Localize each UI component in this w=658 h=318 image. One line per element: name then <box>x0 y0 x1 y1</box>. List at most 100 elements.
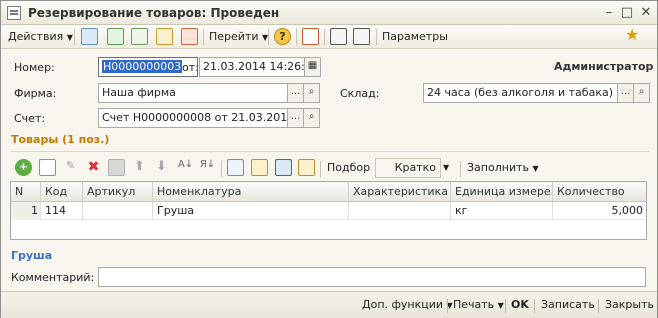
view-mode-field[interactable]: Кратко <box>375 158 441 178</box>
copy-row-icon[interactable] <box>39 159 56 176</box>
goto-menu[interactable]: Перейти ▼ <box>209 28 268 46</box>
dropdown-arrow-icon: ▼ <box>66 33 73 42</box>
table-row[interactable]: 1 114 Груша кг 5,000 <box>11 202 646 220</box>
toolbar-separator <box>320 161 321 177</box>
goto-label: Перейти <box>209 30 259 43</box>
toolbar-separator <box>598 299 599 313</box>
invoice-select-button[interactable]: ... <box>287 108 304 128</box>
minimize-button[interactable]: – <box>601 5 617 21</box>
view-mode-dropdown-icon[interactable]: ▼ <box>443 159 449 177</box>
column-header-n[interactable]: N <box>11 182 41 202</box>
comment-label: Комментарий: <box>11 271 95 284</box>
column-header-nomenclature[interactable]: Номенклатура <box>153 182 349 202</box>
sort-ascending-icon[interactable]: A↓ <box>177 159 194 176</box>
toolbar-separator <box>221 161 222 177</box>
toolbar-separator <box>534 299 535 313</box>
post-and-close-icon[interactable] <box>81 28 98 45</box>
print-menu[interactable]: Печать ▼ <box>453 298 504 311</box>
current-user: Администратор <box>554 60 654 73</box>
cell-article[interactable] <box>83 202 153 220</box>
dropdown-arrow-icon: ▼ <box>497 301 504 310</box>
number-label: Номер: <box>14 61 55 74</box>
toolbar-separator <box>505 299 506 313</box>
maximize-button[interactable]: □ <box>619 5 635 21</box>
extra-functions-label: Доп. функции <box>362 298 444 311</box>
save-rows-icon[interactable] <box>275 159 292 176</box>
column-header-code[interactable]: Код <box>41 182 83 202</box>
refresh-icon[interactable] <box>107 28 124 45</box>
toolbar-separator <box>447 299 448 313</box>
selected-item-name: Груша <box>11 249 53 262</box>
help-icon[interactable]: ? <box>274 28 291 45</box>
load-rows-icon[interactable] <box>298 159 315 176</box>
parameters-button[interactable]: Параметры <box>382 28 448 46</box>
actions-label: Действия <box>8 30 64 43</box>
ok-button[interactable]: OK <box>511 298 529 311</box>
goods-toolbar: + ✎ ✖ ⬆ ⬇ A↓ Я↓ Подбор Кратко ▼ Заполнит… <box>9 157 649 179</box>
toolbar-separator <box>203 29 204 45</box>
main-toolbar: Действия ▼ Перейти ▼ ? Параметры ★ <box>1 25 657 49</box>
goods-section-title: Товары (1 поз.) <box>11 133 110 146</box>
table-layout-icon[interactable] <box>353 28 370 45</box>
firm-field[interactable]: Наша фирма <box>98 83 288 103</box>
title-bar: Резервирование товаров: Проведен – □ ✕ <box>1 1 657 25</box>
toolbar-separator <box>74 29 75 45</box>
invoice-field[interactable]: Счет Н0000000008 от 21.03.2014 14:... <box>98 108 288 128</box>
column-header-quantity[interactable]: Количество <box>553 182 646 202</box>
edit-row-icon[interactable]: ✎ <box>62 159 79 176</box>
warehouse-select-button[interactable]: ... <box>617 83 634 103</box>
cell-code[interactable]: 114 <box>41 202 83 220</box>
date-field[interactable]: 21.03.2014 14:26:15 <box>199 57 305 77</box>
document-window: Резервирование товаров: Проведен – □ ✕ Д… <box>0 0 658 318</box>
move-up-icon[interactable]: ⬆ <box>131 159 148 176</box>
sort-descending-icon[interactable]: Я↓ <box>199 159 216 176</box>
number-value: Н0000000003 <box>102 60 183 73</box>
delete-row-icon[interactable]: ✖ <box>85 159 102 176</box>
post-document-icon[interactable] <box>156 28 173 45</box>
bottom-action-bar: Доп. функции ▼ Печать ▼ OK Записать Закр… <box>1 291 657 318</box>
warehouse-field[interactable]: 24 часа (без алкоголя и табака) <box>423 83 618 103</box>
actions-menu[interactable]: Действия ▼ <box>8 28 73 46</box>
add-row-icon[interactable]: + <box>15 159 32 176</box>
toolbar-separator <box>324 29 325 45</box>
toolbar-separator <box>268 29 269 45</box>
close-button[interactable]: Закрыть <box>605 298 654 311</box>
toolbar-separator <box>460 161 461 177</box>
structure-icon[interactable] <box>302 28 319 45</box>
move-down-icon[interactable]: ⬇ <box>153 159 170 176</box>
column-header-characteristic[interactable]: Характеристика <box>349 182 451 202</box>
close-window-button[interactable]: ✕ <box>638 5 654 21</box>
print-label: Печать <box>453 298 495 311</box>
extra-functions-menu[interactable]: Доп. функции ▼ <box>362 298 453 311</box>
window-title: Резервирование товаров: Проведен <box>28 6 280 20</box>
save-button[interactable]: Записать <box>541 298 595 311</box>
paste-rows-icon[interactable] <box>251 159 268 176</box>
invoice-label: Счет: <box>14 112 46 125</box>
cell-nomenclature[interactable]: Груша <box>153 202 349 220</box>
invoice-open-icon[interactable]: ⌕ <box>303 108 320 128</box>
fill-menu[interactable]: Заполнить ▼ <box>467 159 539 177</box>
comment-field[interactable] <box>98 267 646 287</box>
column-header-article[interactable]: Артикул <box>83 182 153 202</box>
pick-button[interactable]: Подбор <box>327 159 370 177</box>
end-edit-icon[interactable] <box>108 159 125 176</box>
fill-label: Заполнить <box>467 161 529 174</box>
warehouse-open-icon[interactable]: ⌕ <box>633 83 650 103</box>
cell-n[interactable]: 1 <box>11 202 41 220</box>
table-header: N Код Артикул Номенклатура Характеристик… <box>11 182 646 202</box>
firm-select-button[interactable]: ... <box>287 83 304 103</box>
firm-open-icon[interactable]: ⌕ <box>303 83 320 103</box>
cell-quantity[interactable]: 5,000 <box>553 202 646 220</box>
column-header-unit[interactable]: Единица измере... <box>451 182 553 202</box>
copy-document-icon[interactable] <box>131 28 148 45</box>
favorite-star-icon[interactable]: ★ <box>625 26 639 44</box>
unpost-document-icon[interactable] <box>181 28 198 45</box>
date-label: от: <box>182 61 199 74</box>
list-settings-icon[interactable] <box>330 28 347 45</box>
cell-characteristic[interactable] <box>349 202 451 220</box>
firm-label: Фирма: <box>14 87 57 100</box>
goods-table[interactable]: N Код Артикул Номенклатура Характеристик… <box>10 181 647 240</box>
calendar-icon[interactable]: ▦ <box>304 57 321 77</box>
cell-unit[interactable]: кг <box>451 202 553 220</box>
copy-rows-icon[interactable] <box>227 159 244 176</box>
